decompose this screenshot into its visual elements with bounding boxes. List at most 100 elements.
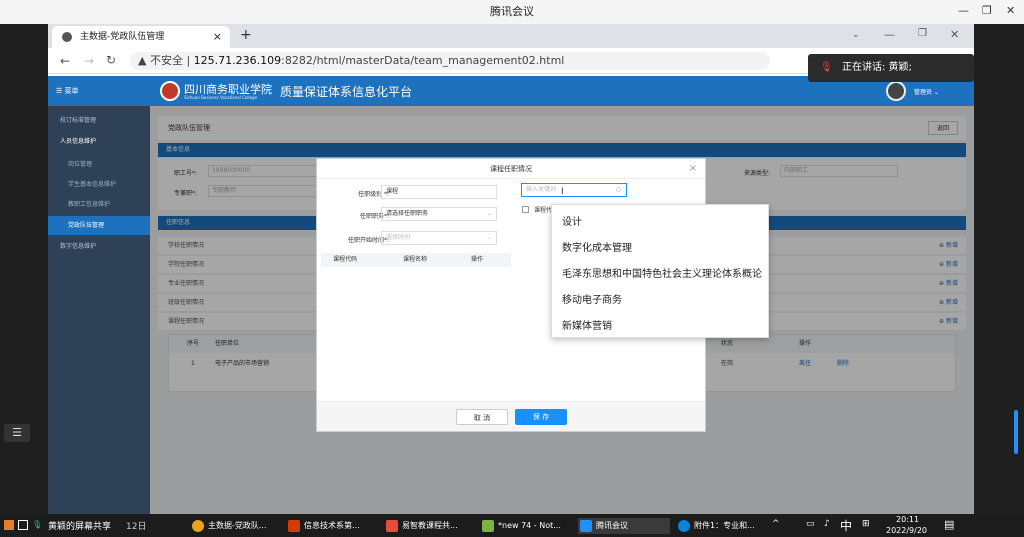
sidebar-item-label: 教职工信息维护 — [68, 201, 111, 208]
taskbar-meeting[interactable]: 腾讯会议 — [578, 518, 670, 534]
search-input[interactable]: 输入关键词 ○ — [521, 183, 627, 197]
chevron-down-icon: ⌄ — [486, 234, 492, 241]
level-field[interactable]: 课程 — [381, 185, 497, 199]
restore-button[interactable]: ❐ — [982, 4, 992, 17]
sidebar-item-posts[interactable]: 岗位管理 — [48, 155, 150, 174]
duty-placeholder: 请选择任职职务 — [386, 210, 429, 217]
forward-arrow-icon[interactable]: → — [84, 54, 94, 68]
share-status-icon — [4, 520, 14, 530]
avatar[interactable] — [886, 81, 906, 101]
ime-mode-icon[interactable]: ⊞ — [862, 519, 870, 529]
new-tab-button[interactable]: + — [240, 27, 252, 43]
duty-select[interactable]: 请选择任职职务 ⌄ — [381, 207, 497, 221]
menu-label: 菜单 — [64, 87, 79, 95]
url-host: 125.71.236.109 — [193, 54, 282, 67]
meeting-title-bar: 腾讯会议 — [0, 0, 1024, 24]
chevron-down-icon: ⌄ — [486, 210, 492, 217]
ime-indicator[interactable]: 中 — [840, 517, 852, 534]
select-all-checkbox[interactable] — [522, 206, 529, 213]
browser-close-icon[interactable]: ✕ — [950, 28, 959, 41]
tab-search-icon[interactable]: ⌄ — [852, 30, 860, 40]
taskbar: 🎙 黄颖的屏幕共享 12日 主数据-党政队... 信息技术系第... 易智教课程… — [0, 514, 1024, 537]
courseware-icon — [386, 520, 398, 532]
user-menu[interactable]: 管理员 ⌄ — [914, 87, 939, 96]
browser-minimize-icon[interactable]: — — [884, 28, 895, 41]
volume-slider[interactable] — [1014, 410, 1018, 454]
meeting-icon — [580, 520, 592, 532]
back-arrow-icon[interactable]: ← — [60, 54, 70, 68]
menu-toggle[interactable]: ☰ 菜单 — [56, 86, 79, 96]
modal-footer: 取 消 保 存 — [317, 401, 705, 431]
list-toggle-icon[interactable]: ☰ — [4, 424, 30, 442]
security-warning: ▲ 不安全 | — [138, 54, 191, 67]
sidebar-item-staff[interactable]: 教职工信息维护 — [48, 195, 150, 214]
taskbar-label: 主数据-党政队... — [208, 521, 267, 530]
col-header: 操作 — [471, 256, 484, 263]
sidebar-item-standards[interactable]: 校订标准管理 — [48, 111, 150, 130]
notification-icon[interactable]: ▤ — [944, 518, 954, 531]
dropdown-option[interactable]: 数字化成本管理 — [562, 239, 632, 254]
speaking-indicator: 🎙 正在讲话: 黄颖; — [808, 54, 974, 82]
browser-restore-icon[interactable]: ❐ — [918, 28, 927, 39]
sidebar: 校订标准管理 人员信息维护 岗位管理 学生基本信息维护 教职工信息维护 党政队伍… — [48, 106, 150, 514]
modal-title: 课程任职情况 — [490, 165, 532, 173]
dropdown-option[interactable]: 毛泽东思想和中国特色社会主义理论体系概论 — [562, 265, 762, 280]
date-fragment: 12日 — [126, 522, 147, 532]
dropdown-option[interactable]: 设计 — [562, 213, 582, 228]
search-placeholder: 输入关键词 — [526, 186, 557, 193]
tray-expand-icon[interactable]: ^ — [772, 519, 780, 529]
platform-title: 质量保证体系信息化平台 — [280, 85, 413, 99]
duty-label: 任职职务*: — [359, 213, 389, 220]
microphone-icon: 🎙 — [820, 62, 833, 73]
taskbar-label: 腾讯会议 — [596, 521, 628, 530]
check-label: 课程代 — [534, 207, 553, 214]
cancel-button[interactable]: 取 消 — [456, 409, 508, 425]
course-dropdown: 设计 数字化成本管理 毛泽东思想和中国特色社会主义理论体系概论 移动电子商务 新… — [551, 204, 769, 338]
modal-header: 课程任职情况 × — [317, 159, 705, 179]
start-date-picker[interactable]: 选择时间 ⌄ — [381, 231, 497, 245]
sidebar-item-label: 岗位管理 — [68, 161, 93, 168]
clock-time[interactable]: 20:11 — [896, 515, 919, 524]
close-button[interactable]: ✕ — [1006, 4, 1015, 17]
start-label: 任职开始时间*: — [347, 237, 389, 244]
search-icon: ○ — [615, 186, 621, 193]
taskbar-wps[interactable]: 信息技术系第... — [286, 518, 360, 534]
minimize-button[interactable]: — — [958, 4, 969, 17]
close-icon[interactable]: × — [689, 159, 697, 179]
edge-icon — [678, 520, 690, 532]
reload-icon[interactable]: ↻ — [106, 53, 116, 67]
dropdown-option[interactable]: 新媒体营销 — [562, 317, 612, 332]
sidebar-item-digital[interactable]: 数字信息维护 — [48, 237, 150, 256]
speaking-text: 正在讲话: 黄颖; — [842, 62, 912, 73]
course-table-header: 课程代码 课程名称 操作 — [321, 253, 511, 267]
chrome-icon — [192, 520, 204, 532]
sidebar-item-label: 人员信息维护 — [60, 138, 97, 145]
tab-title: 主数据-党政队伍管理 — [80, 32, 165, 42]
taskbar-courseware[interactable]: 易智教课程共... — [384, 518, 458, 534]
sidebar-item-label: 数字信息维护 — [60, 243, 97, 250]
college-english-name: Sichuan Business Vocational College — [184, 95, 258, 100]
mic-status-icon: 🎙 — [32, 520, 43, 529]
taskbar-label: 信息技术系第... — [304, 521, 360, 530]
volume-icon[interactable]: ♪ — [824, 519, 830, 529]
clock-date[interactable]: 2022/9/20 — [886, 526, 927, 535]
network-icon[interactable]: ▭ — [806, 519, 815, 529]
notepad-icon — [482, 520, 494, 532]
wps-icon — [288, 520, 300, 532]
text-cursor-icon: I — [561, 187, 564, 197]
meeting-title: 腾讯会议 — [490, 5, 534, 18]
url-input[interactable]: ▲ 不安全 | 125.71.236.109:8282/html/masterD… — [130, 52, 770, 70]
sidebar-item-personnel[interactable]: 人员信息维护 — [48, 132, 150, 151]
dropdown-option[interactable]: 移动电子商务 — [562, 291, 622, 306]
save-button[interactable]: 保 存 — [515, 409, 567, 425]
taskbar-label: 附件1：专业和... — [694, 521, 755, 530]
taskbar-edge[interactable]: 附件1：专业和... — [676, 518, 755, 534]
browser-tab[interactable]: 主数据-党政队伍管理 × — [52, 26, 230, 48]
tab-close-icon[interactable]: × — [213, 26, 222, 48]
taskbar-chrome[interactable]: 主数据-党政队... — [190, 518, 267, 534]
sidebar-item-students[interactable]: 学生基本信息维护 — [48, 175, 150, 194]
chrome-icon — [62, 32, 72, 42]
taskbar-notepad[interactable]: *new 74 - Not... — [480, 518, 561, 534]
share-label: 黄颖的屏幕共享 — [48, 522, 112, 532]
sidebar-item-party-team[interactable]: 党政队伍管理 — [48, 216, 150, 235]
